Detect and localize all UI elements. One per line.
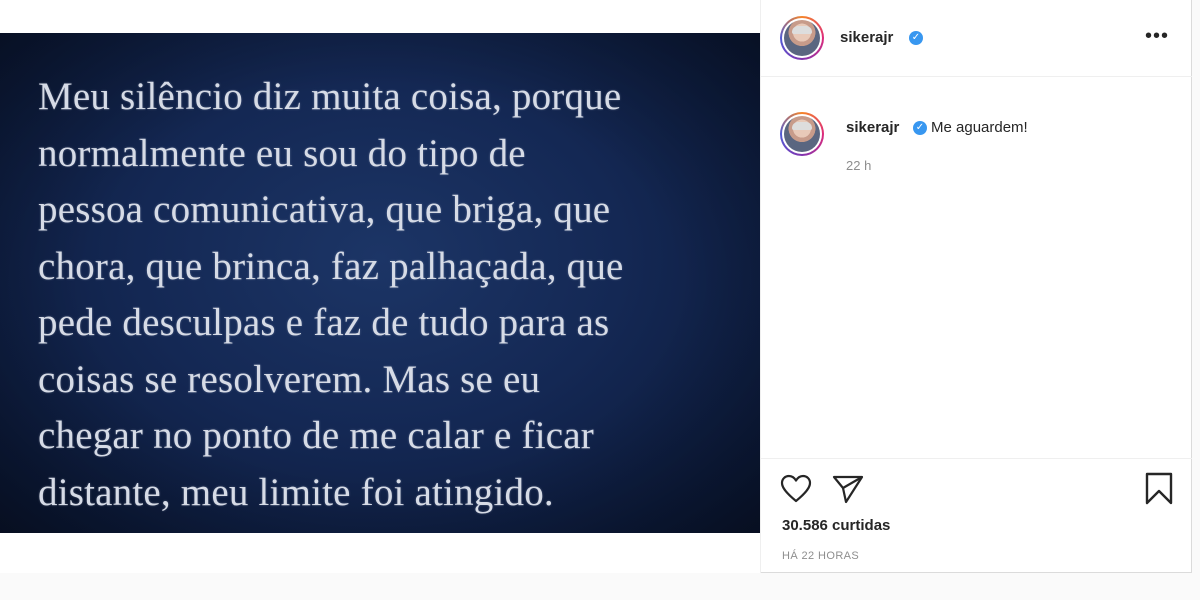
likes-count[interactable]: 30.586 curtidas <box>782 517 890 534</box>
more-options-icon[interactable]: ••• <box>1145 26 1169 46</box>
post-header <box>761 0 1192 77</box>
caption-username[interactable]: sikerajr <box>846 119 899 136</box>
post-media-area: Meu silêncio diz muita coisa, porque nor… <box>0 0 760 573</box>
header-username[interactable]: sikerajr <box>840 29 893 46</box>
verified-badge-icon: ✓ <box>909 31 923 45</box>
verified-badge-icon: ✓ <box>913 121 927 135</box>
paper-plane-icon[interactable] <box>832 474 864 509</box>
heart-icon[interactable] <box>780 474 812 509</box>
avatar-image <box>784 116 820 152</box>
caption-avatar[interactable] <box>780 112 824 156</box>
instagram-post: Meu silêncio diz muita coisa, porque nor… <box>0 0 1192 573</box>
caption-relative-time[interactable]: 22 h <box>846 158 871 173</box>
quote-text: Meu silêncio diz muita coisa, porque nor… <box>38 75 624 514</box>
post-timestamp[interactable]: HÁ 22 HORAS <box>782 550 859 562</box>
post-image[interactable]: Meu silêncio diz muita coisa, porque nor… <box>0 33 760 533</box>
header-avatar[interactable] <box>780 16 824 60</box>
caption-text: Me aguardem! <box>931 119 1028 136</box>
bookmark-icon[interactable] <box>1144 472 1174 511</box>
avatar-image <box>784 20 820 56</box>
